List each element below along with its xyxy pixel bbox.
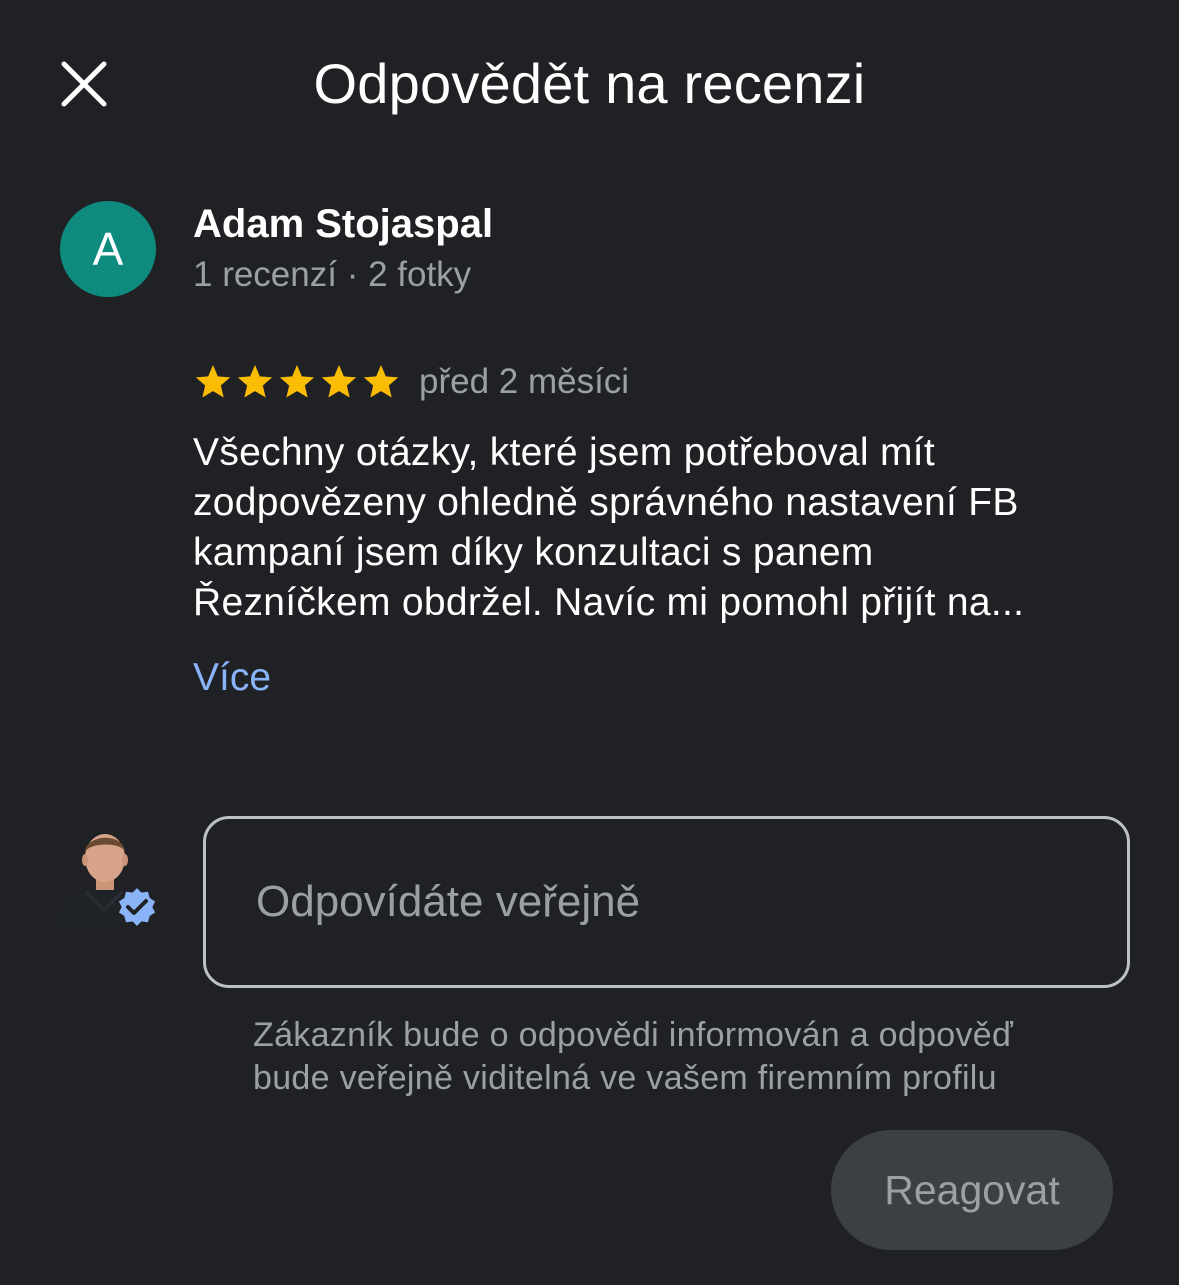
reply-input-box[interactable] — [203, 816, 1130, 988]
star-icon — [237, 365, 273, 398]
reviewer-meta: 1 recenzí · 2 fotky — [193, 255, 472, 294]
star-icon — [321, 365, 357, 398]
helper-text-line: Zákazník bude o odpovědi informován a od… — [253, 1016, 1014, 1054]
review-time: před 2 měsíci — [419, 362, 630, 401]
star-icon — [195, 365, 231, 398]
owner-avatar — [56, 822, 160, 930]
rating-row: před 2 měsíci — [193, 358, 629, 406]
reply-to-review-page: Odpovědět na recenzi A Adam Stojaspal 1 … — [0, 0, 1179, 1285]
star-icon — [279, 365, 315, 398]
reviewer-avatar-letter: A — [92, 223, 124, 275]
reply-input[interactable] — [206, 876, 1127, 928]
more-link[interactable]: Více — [193, 654, 271, 702]
helper-text: Zákazník bude o odpovědi informován a od… — [253, 1014, 1133, 1100]
review-text-line: Všechny otázky, které jsem potřeboval mí… — [193, 431, 936, 474]
helper-text-line: bude veřejně viditelná ve vašem firemním… — [253, 1059, 997, 1097]
review-text-line: kampaní jsem díky konzultaci s panem — [193, 531, 874, 574]
review-text: Všechny otázky, které jsem potřeboval mí… — [193, 428, 1123, 628]
reviewer-avatar[interactable]: A — [60, 201, 156, 297]
verified-badge-icon — [115, 884, 159, 930]
star-icon — [363, 365, 399, 398]
page-title: Odpovědět na recenzi — [313, 52, 866, 115]
review-text-line: Řezníčkem obdržel. Navíc mi pomohl přijí… — [193, 581, 1025, 624]
star-rating — [193, 362, 401, 402]
review-text-line: zodpovězeny ohledně správného nastavení … — [193, 481, 1019, 524]
reviewer-name[interactable]: Adam Stojaspal — [193, 200, 493, 248]
submit-reply-button[interactable]: Reagovat — [831, 1130, 1113, 1250]
